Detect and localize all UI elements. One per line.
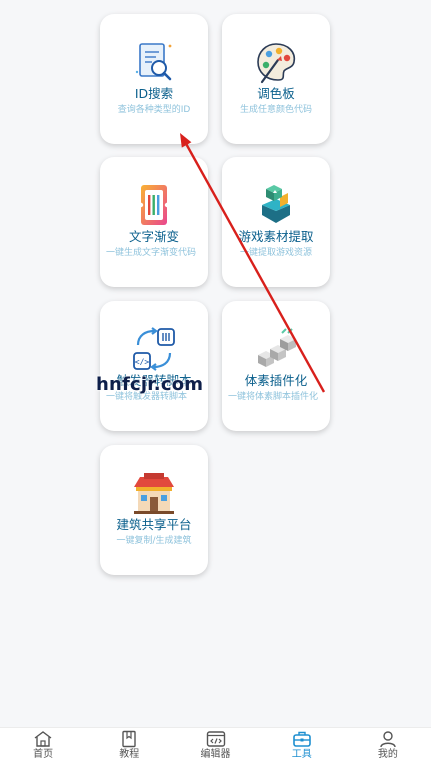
user-icon — [380, 731, 396, 748]
game-assets-icon — [262, 185, 290, 223]
tool-card-building-share[interactable]: 建筑共享平台 一键复制/生成建筑 — [100, 445, 208, 575]
nav-label: 我的 — [377, 749, 398, 760]
tool-card-id-search[interactable]: ID搜索 查询各种类型的ID — [100, 14, 208, 144]
tool-card-game-assets[interactable]: 游戏素材提取 一键提取游戏资源 — [222, 157, 330, 287]
nav-item-home[interactable]: 首页 — [0, 728, 86, 766]
nav-item-profile[interactable]: 我的 — [345, 728, 431, 766]
tool-card-trigger[interactable]: </> 触发器转脚本 一键将触发器转脚本 — [100, 301, 208, 431]
home-icon — [34, 731, 52, 747]
nav-label: 工具 — [291, 749, 312, 760]
tool-card-voxel[interactable]: 体素插件化 一键将体素脚本插件化 — [222, 301, 330, 431]
tool-title: 文字渐变 — [128, 229, 179, 244]
book-icon — [122, 730, 136, 748]
nav-item-tools[interactable]: 工具 — [259, 728, 345, 766]
svg-text:</>: </> — [135, 358, 150, 367]
bottom-nav: 首页 教程 编辑器 工具 我的 — [0, 727, 431, 766]
watermark-text: hnfcjr.com — [96, 374, 204, 395]
tool-title: ID搜索 — [134, 86, 174, 101]
nav-label: 编辑器 — [200, 749, 231, 760]
ticket-gradient-icon — [138, 185, 170, 225]
tool-desc: 一键复制/生成建筑 — [116, 536, 192, 546]
tool-desc: 一键生成文字渐变代码 — [106, 248, 197, 258]
trigger-convert-icon: </> — [133, 327, 175, 371]
tool-title: 游戏素材提取 — [238, 229, 314, 244]
voxel-blocks-icon — [258, 328, 296, 367]
tool-title: 体素插件化 — [244, 373, 308, 388]
tool-card-palette[interactable]: 调色板 生成任意颜色代码 — [222, 14, 330, 144]
tool-desc: 一键提取游戏资源 — [239, 248, 312, 258]
toolbox-icon — [292, 731, 311, 747]
tool-desc: 查询各种类型的ID — [117, 105, 191, 115]
tool-desc: 生成任意颜色代码 — [239, 105, 312, 115]
tool-card-gradient[interactable]: 文字渐变 一键生成文字渐变代码 — [100, 157, 208, 287]
annotation-overlay — [180, 133, 326, 393]
nav-label: 首页 — [33, 749, 54, 760]
id-search-icon — [135, 43, 172, 81]
tool-title: 建筑共享平台 — [116, 517, 192, 532]
nav-label: 教程 — [119, 749, 140, 760]
nav-item-editor[interactable]: 编辑器 — [172, 728, 258, 766]
palette-icon — [257, 43, 296, 84]
tool-title: 调色板 — [257, 86, 295, 101]
nav-item-tutorial[interactable]: 教程 — [86, 728, 172, 766]
tool-desc: 一键将体素脚本插件化 — [228, 392, 319, 402]
code-editor-icon — [206, 731, 225, 747]
building-shop-icon — [134, 473, 174, 514]
